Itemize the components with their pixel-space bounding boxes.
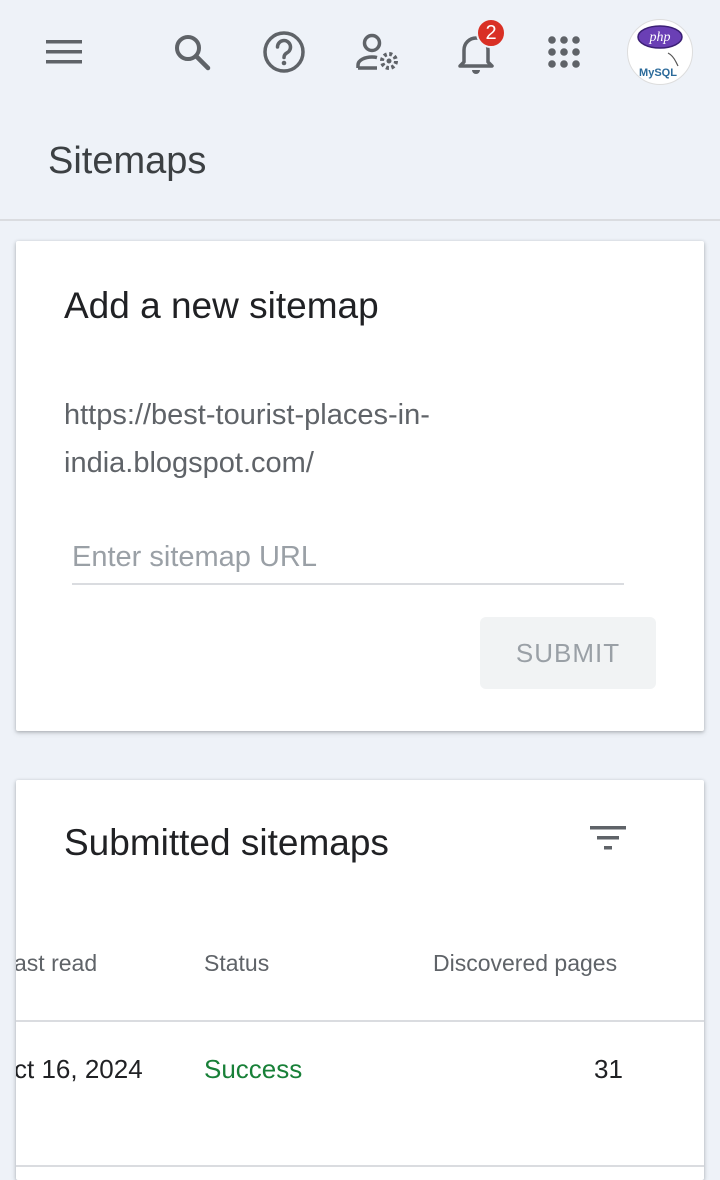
notification-count-badge: 2 [476,18,506,48]
column-status[interactable]: Status [204,950,269,977]
header-divider [0,219,720,221]
submitted-sitemaps-title: Submitted sitemaps [64,822,389,863]
column-last-read[interactable]: ast read [16,950,97,977]
account-avatar[interactable]: php MySQL [627,19,693,85]
filter-icon[interactable] [588,822,628,854]
submitted-sitemaps-card: Submitted sitemaps ast read Status Disco… [16,780,704,1180]
sitemap-url-input[interactable] [72,531,624,585]
apps-icon[interactable] [536,24,592,80]
notifications-icon[interactable]: 2 [448,18,506,80]
property-url: https://best-tourist-places-in-india.blo… [64,399,430,479]
column-discovered-pages[interactable]: Discovered pages [433,950,617,977]
top-app-bar: 2 php MySQL [0,0,720,104]
table-row-divider [16,1165,704,1167]
status-cell: Success [204,1054,303,1084]
help-icon[interactable] [256,24,312,80]
add-sitemap-card: Add a new sitemap https://best-tourist-p… [16,241,704,731]
avatar-php-text: php [649,30,671,45]
manage-users-icon[interactable] [350,24,406,80]
page-title: Sitemaps [48,140,207,182]
search-icon[interactable] [164,24,220,80]
discovered-pages-cell: 31 [594,1054,623,1084]
avatar-mysql-text: MySQL [639,67,677,79]
submit-button[interactable]: SUBMIT [480,617,656,689]
table-header-divider [16,1020,704,1022]
add-sitemap-title: Add a new sitemap [64,285,379,326]
menu-icon[interactable] [36,24,92,80]
last-read-cell: ct 16, 2024 [16,1054,143,1084]
